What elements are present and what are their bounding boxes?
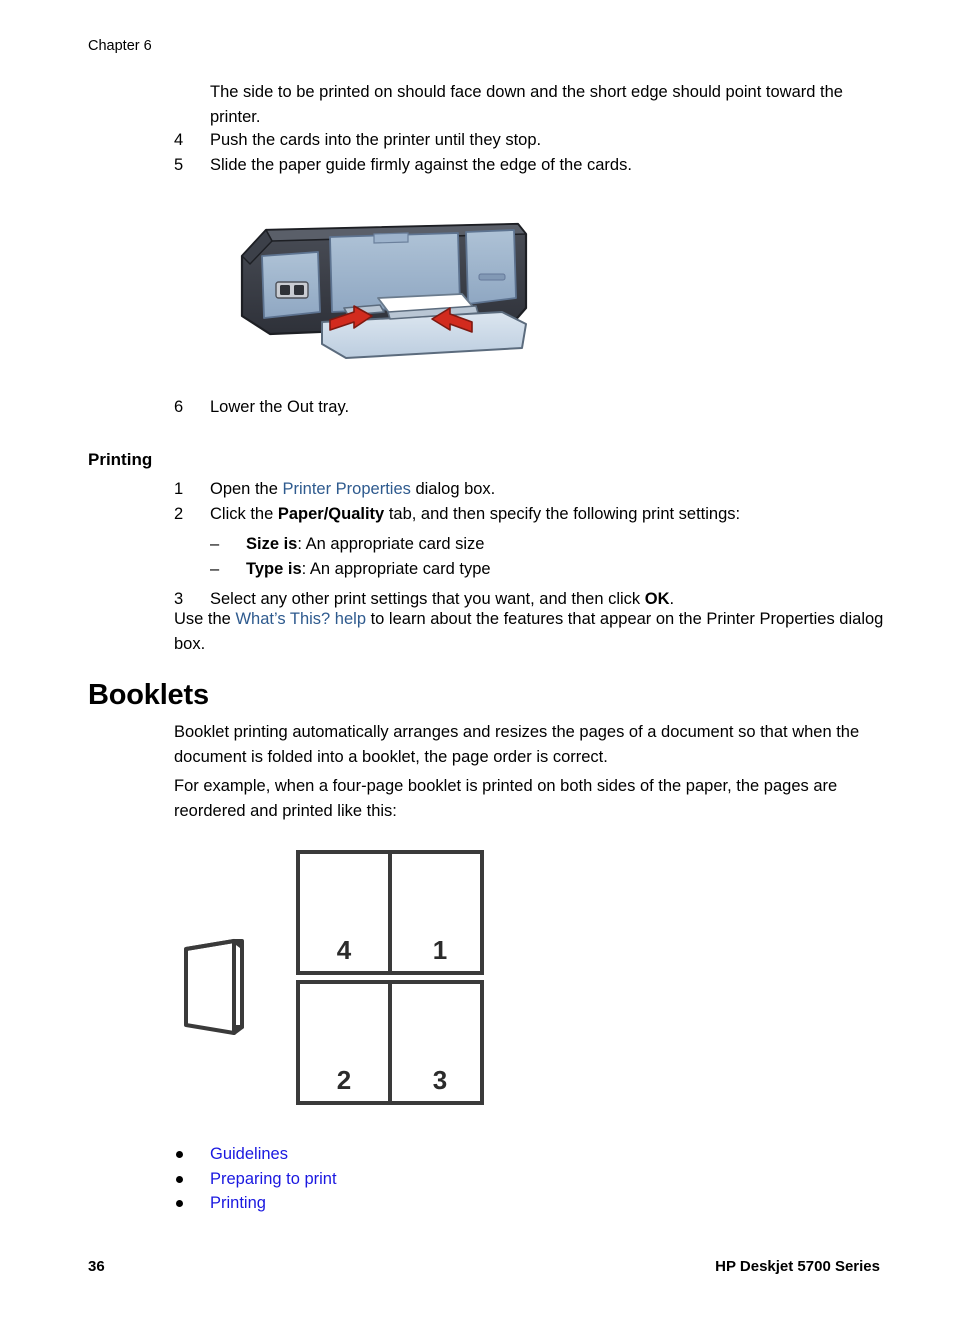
dash-marker: – <box>210 535 220 553</box>
cards-intro-paragraph: The side to be printed on should face do… <box>210 83 843 126</box>
step-text: Push the cards into the printer until th… <box>210 131 542 149</box>
bullet-icon <box>176 1200 183 1207</box>
step-marker: 2 <box>174 504 184 523</box>
booklet-sheet-top: 4 1 <box>296 850 484 975</box>
type-is-value: : An appropriate card type <box>301 559 491 578</box>
booklets-paragraph-1: Booklet printing automatically arranges … <box>174 723 860 766</box>
printer-right-vent <box>478 273 506 281</box>
step-text: Slide the paper guide firmly against the… <box>210 155 632 174</box>
type-is-label: Type is <box>246 559 302 578</box>
step-text-plain: dialog box. <box>410 480 496 498</box>
booklet-page-order-diagram: 4 1 2 3 <box>178 845 498 1113</box>
step-text-plain: Click the <box>210 504 278 523</box>
booklets-paragraph-2: For example, when a four-page booklet is… <box>174 777 838 820</box>
booklets-heading: Booklets <box>88 679 209 711</box>
ok-button-emphasis: OK <box>644 590 670 608</box>
whats-this-help-paragraph: Use the What’s This? help to learn about… <box>174 607 890 656</box>
sheet-top-left-page-number: 4 <box>337 935 352 965</box>
sub-item-text: Size is: An appropriate card size <box>246 535 484 553</box>
product-name-footer: HP Deskjet 5700 Series <box>715 1258 880 1275</box>
list-item: Guidelines <box>176 1142 337 1167</box>
list-item: 6 Lower the Out tray. <box>174 395 914 420</box>
printer-properties-link[interactable]: Printer Properties <box>282 480 410 498</box>
paper-quality-tab-emphasis: Paper/Quality <box>277 504 385 523</box>
printing-heading: Printing <box>88 450 153 469</box>
bullet-icon <box>176 1175 183 1183</box>
list-item: 5 Slide the paper guide firmly against t… <box>174 153 914 178</box>
folded-booklet-icon <box>184 939 244 1035</box>
list-item: 2 Click the Paper/Quality tab, and then … <box>174 502 914 527</box>
preparing-to-print-link[interactable]: Preparing to print <box>210 1170 337 1188</box>
step-text-plain: . <box>669 590 675 608</box>
list-item: – Size is: An appropriate card size <box>174 532 914 557</box>
dash-marker: – <box>210 559 220 578</box>
booklet-sheet-bottom: 2 3 <box>296 980 484 1105</box>
whats-this-help-link[interactable]: What’s This? help <box>235 610 366 628</box>
step-marker: 1 <box>174 480 184 498</box>
list-item: – Type is: An appropriate card type <box>174 557 914 582</box>
printer-illustration <box>226 212 536 370</box>
cards-step-list: 4 Push the cards into the printer until … <box>174 128 914 177</box>
printer-door-tab <box>373 232 409 244</box>
printer-right-panel <box>465 229 517 305</box>
sheet-bottom-left-page-number: 2 <box>337 1065 351 1095</box>
cards-step6-list: 6 Lower the Out tray. <box>174 395 914 420</box>
printing-link[interactable]: Printing <box>210 1194 266 1212</box>
list-item: 4 Push the cards into the printer until … <box>174 128 914 153</box>
whats-this-prefix: Use the <box>174 610 236 628</box>
chapter-running-head: Chapter 6 <box>88 38 152 54</box>
bullet-icon <box>176 1151 183 1158</box>
step-marker: 5 <box>174 155 184 174</box>
guidelines-link[interactable]: Guidelines <box>210 1145 288 1163</box>
list-item: Printing <box>176 1191 337 1216</box>
sheet-bottom-right-page-number: 3 <box>433 1065 447 1095</box>
step-text: Open the Printer Properties dialog box. <box>210 477 914 502</box>
step-marker: 6 <box>174 398 184 416</box>
step-text-plain: tab, and then specify the following prin… <box>384 504 741 523</box>
size-is-label: Size is <box>246 535 298 553</box>
printing-step-list: 1 Open the Printer Properties dialog box… <box>174 477 914 612</box>
list-item: Preparing to print <box>176 1167 337 1192</box>
size-is-value: : An appropriate card size <box>297 535 485 553</box>
printer-control-panel <box>275 281 309 299</box>
step-marker: 4 <box>174 131 184 149</box>
page-number: 36 <box>88 1258 105 1275</box>
document-page: Chapter 6 The side to be printed on shou… <box>0 0 954 1321</box>
sub-item-text: Type is: An appropriate card type <box>246 560 491 578</box>
step-text: Lower the Out tray. <box>210 398 350 416</box>
step-text-plain: Select any other print settings that you… <box>210 590 645 608</box>
booklets-link-list: Guidelines Preparing to print Printing <box>176 1142 337 1216</box>
list-item: 1 Open the Printer Properties dialog box… <box>174 477 914 502</box>
step-text: Click the Paper/Quality tab, and then sp… <box>210 502 914 527</box>
sheet-top-right-page-number: 1 <box>433 935 447 965</box>
step-text-plain: Open the <box>210 480 283 498</box>
